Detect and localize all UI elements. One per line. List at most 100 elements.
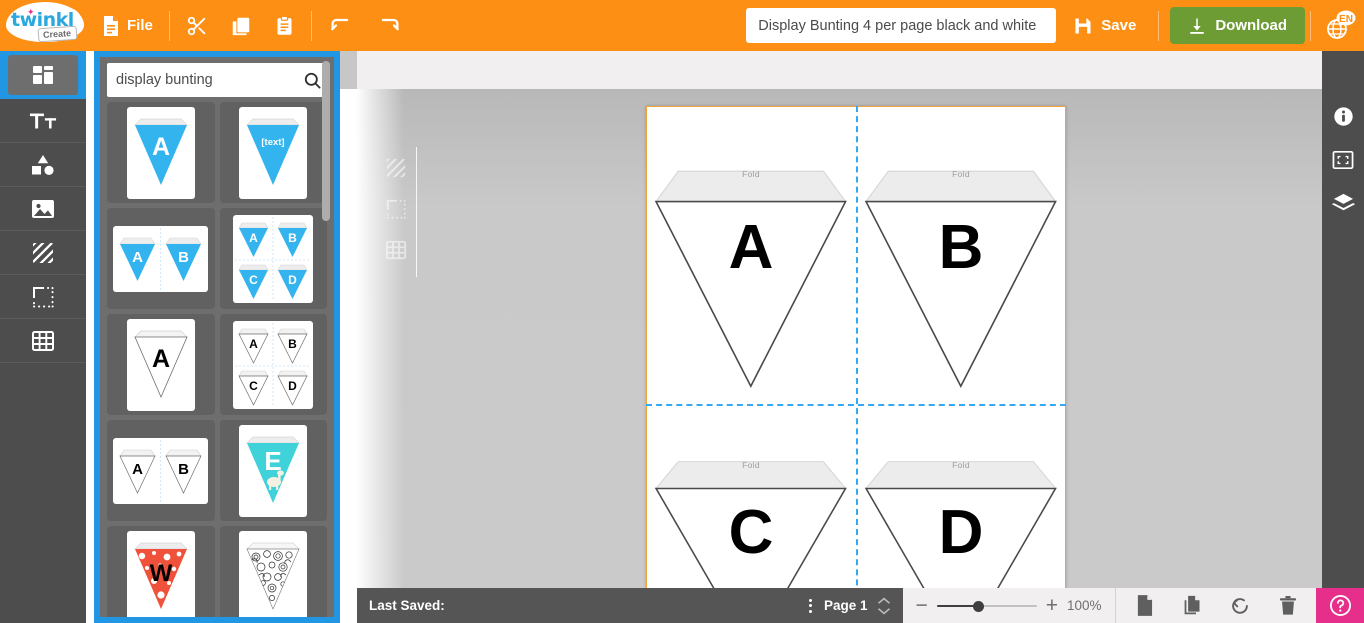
svg-text:D: D [288,379,297,393]
panel-scrollbar-thumb[interactable] [322,61,330,221]
template-thumb-9[interactable]: W [107,526,215,617]
search-icon[interactable] [303,71,322,90]
layers-icon [1331,192,1355,213]
zoom-slider-knob[interactable] [972,600,984,612]
svg-text:B: B [178,249,189,266]
templates-panel-inner: A [text] [100,57,334,617]
sidebar-item-text[interactable] [0,99,86,143]
template-thumb-8[interactable]: E [219,420,327,521]
search-input[interactable] [116,72,303,88]
sidebar-item-shapes[interactable] [0,143,86,187]
svg-text:[text]: [text] [262,137,285,148]
twinkl-logo[interactable]: ✦ twinkl Create [0,0,90,51]
svg-text:B: B [288,231,297,245]
file-menu-label: File [127,17,153,34]
save-label: Save [1101,17,1137,34]
search-box[interactable] [107,63,327,97]
file-menu-button[interactable]: File [90,0,164,51]
svg-text:B: B [288,337,297,351]
sidebar-item-templates[interactable] [0,51,86,99]
left-tool-rail [0,51,86,623]
zoom-percentage: 100% [1067,598,1102,613]
fit-to-screen-button[interactable] [1322,138,1364,181]
document-title-input[interactable] [746,8,1057,43]
language-code-text: EN [1339,14,1353,25]
svg-text:C: C [249,379,258,393]
border-frame-icon[interactable] [385,198,407,220]
top-toolbar: ✦ twinkl Create File Display Bunting 4 p… [0,0,1364,51]
table-grid-icon[interactable] [385,239,407,261]
page-tools [1115,588,1316,623]
clipboard-icon [274,15,295,37]
svg-text:W: W [149,560,172,587]
template-thumb-card: A [126,106,195,199]
template-thumb-10[interactable] [219,526,327,617]
sidebar-item-patterns[interactable] [0,231,86,275]
help-button[interactable] [1316,588,1364,623]
copy-button[interactable] [219,0,263,51]
sidebar-item-borders[interactable] [0,275,86,319]
save-button[interactable]: Save [1056,0,1153,51]
svg-text:C: C [249,273,258,287]
template-thumb-card: W [126,530,195,617]
table-grid-icon [31,329,55,353]
template-thumb-card: E [239,424,308,517]
border-frame-icon [31,285,55,309]
template-thumb-7[interactable]: A B [107,420,215,521]
sidebar-item-images[interactable] [0,187,86,231]
kebab-menu-icon[interactable] [800,598,822,613]
zoom-slider-fill [936,604,977,607]
pattern-hatch-icon[interactable] [385,157,407,179]
svg-text:A: A [152,133,170,161]
page-stepper[interactable] [877,597,903,615]
language-button[interactable]: EN [1316,0,1364,51]
cut-button[interactable] [175,0,219,51]
toolbar-divider-2 [310,10,312,41]
sidebar-item-grids[interactable] [0,319,86,363]
panel-search-row [100,57,334,102]
copy-icon [230,15,252,37]
flag-letter: A [728,212,774,282]
toolbar-divider-4 [1310,10,1311,41]
chevron-down-icon [878,607,891,614]
template-thumb-5[interactable]: A [107,314,215,415]
new-page-button[interactable] [1120,588,1168,623]
canvas-floating-tools [385,157,407,261]
template-thumb-card: A B [113,437,209,504]
template-thumb-4[interactable]: A B C D [219,208,327,309]
redo-button[interactable] [365,0,413,51]
canvas-scroll-area[interactable]: Fold A Fold B Fold C Fold D [340,89,1364,623]
help-question-icon [1329,594,1352,617]
template-thumb-2[interactable]: [text] [219,102,327,203]
template-thumb-card: A B C D [233,320,314,409]
template-thumb-6[interactable]: A B C D [219,314,327,415]
zoom-slider[interactable] [936,599,1037,613]
trash-icon [1279,595,1297,616]
save-disk-icon [1073,16,1093,36]
layers-button[interactable] [1322,181,1364,224]
template-thumb-1[interactable]: A [107,102,215,203]
logo-star-icon: ✦ [27,7,35,17]
duplicate-page-button[interactable] [1168,588,1216,623]
download-label: Download [1215,17,1287,34]
rotate-page-button[interactable] [1216,588,1264,623]
page-canvas[interactable]: Fold A Fold B Fold C Fold D [646,106,1066,623]
download-arrow-icon [1188,17,1206,35]
bunting-flag-a[interactable]: Fold A [646,106,856,403]
template-thumbnail-grid: A [text] A B A B C D A A B C D A B E W [100,102,334,617]
undo-button[interactable] [317,0,365,51]
flag-letter: C [728,498,774,568]
download-button[interactable]: Download [1170,7,1305,44]
info-button[interactable] [1322,95,1364,138]
undo-icon [328,15,354,37]
svg-text:A: A [132,249,143,266]
paste-button[interactable] [263,0,306,51]
zoom-in-button[interactable]: + [1046,595,1058,616]
scissors-icon [186,15,208,37]
panel-scrollbar-track[interactable] [322,57,332,617]
svg-text:A: A [152,345,170,373]
template-thumb-3[interactable]: A B [107,208,215,309]
zoom-out-button[interactable]: − [915,595,927,616]
delete-page-button[interactable] [1264,588,1312,623]
bunting-flag-b[interactable]: Fold B [856,106,1066,403]
